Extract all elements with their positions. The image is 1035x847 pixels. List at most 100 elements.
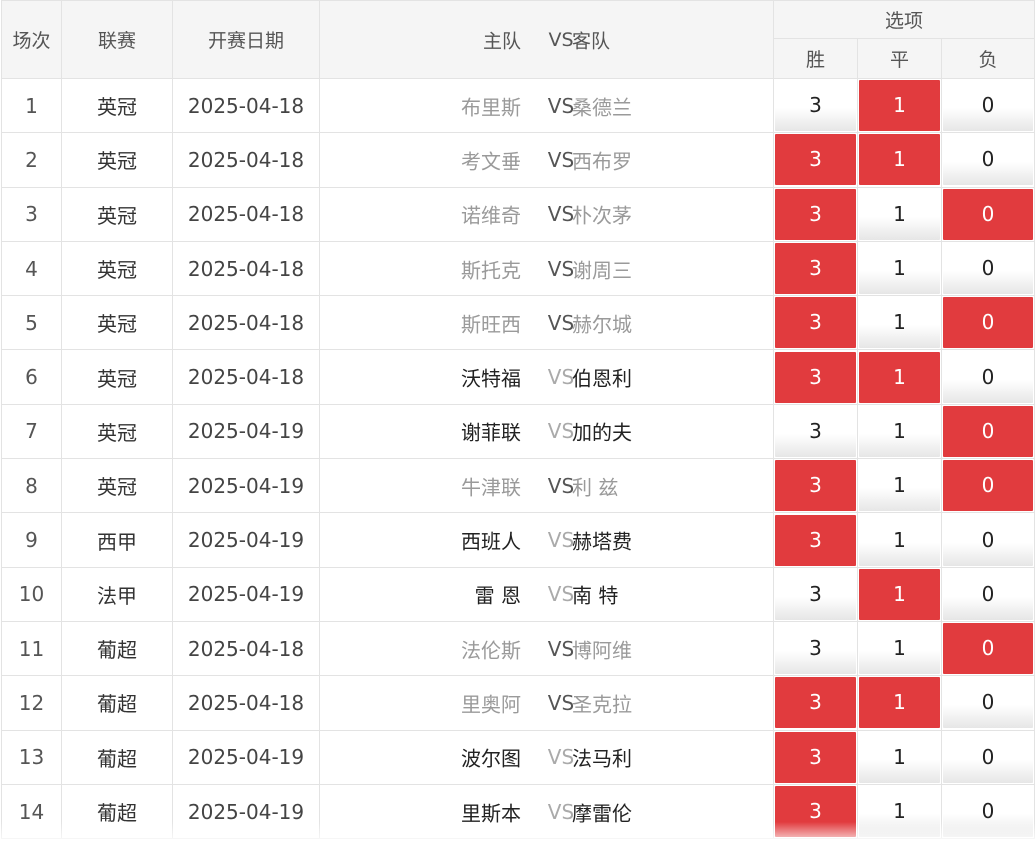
match-teams: 斯托克 VS 谢周三 xyxy=(319,240,774,297)
win-option-button[interactable]: 3 xyxy=(775,243,856,295)
lose-option-button[interactable]: 0 xyxy=(943,731,1034,783)
draw-option-cell: 1 xyxy=(857,240,942,297)
draw-option-button[interactable]: 1 xyxy=(859,731,940,783)
win-option-button[interactable]: 3 xyxy=(775,80,856,132)
league-name: 英冠 xyxy=(61,77,173,134)
lose-option-button[interactable]: 0 xyxy=(943,568,1034,620)
draw-option-cell: 1 xyxy=(857,349,942,405)
match-index: 3 xyxy=(1,186,62,242)
match-date: 2025-04-18 xyxy=(172,132,320,188)
win-option-button[interactable]: 3 xyxy=(775,460,856,512)
table-row: 11 葡超 2025-04-18 法伦斯 VS 博阿维 3 1 0 xyxy=(1,620,1035,677)
draw-option-button[interactable]: 1 xyxy=(859,297,940,349)
league-name: 英冠 xyxy=(61,295,173,351)
draw-option-button[interactable]: 1 xyxy=(859,405,940,457)
win-option-button[interactable]: 3 xyxy=(775,677,856,729)
header-options: 选项 xyxy=(772,0,1035,39)
draw-option-cell: 1 xyxy=(857,77,942,134)
home-team: 斯托克 xyxy=(461,258,521,283)
win-option-cell: 3 xyxy=(773,783,858,840)
draw-option-button[interactable]: 1 xyxy=(859,134,940,186)
match-date: 2025-04-18 xyxy=(172,675,320,731)
draw-option-button[interactable]: 1 xyxy=(859,351,940,403)
lose-option-cell: 0 xyxy=(940,620,1035,677)
draw-option-cell: 1 xyxy=(857,729,942,785)
lose-option-cell: 0 xyxy=(940,77,1035,134)
draw-option-button[interactable]: 1 xyxy=(859,514,940,566)
lose-option-button[interactable]: 0 xyxy=(943,677,1034,729)
draw-option-button[interactable]: 1 xyxy=(859,568,940,620)
win-option-cell: 3 xyxy=(773,458,858,514)
lose-option-button[interactable]: 0 xyxy=(943,405,1034,457)
win-option-cell: 3 xyxy=(773,349,858,405)
draw-option-button[interactable]: 1 xyxy=(859,460,940,512)
draw-option-button[interactable]: 1 xyxy=(859,677,940,729)
match-date: 2025-04-19 xyxy=(172,729,320,785)
lose-option-cell: 0 xyxy=(940,458,1035,514)
win-option-button[interactable]: 3 xyxy=(775,514,856,566)
win-option-button[interactable]: 3 xyxy=(775,405,856,457)
win-option-button[interactable]: 3 xyxy=(775,297,856,349)
match-date: 2025-04-19 xyxy=(172,566,320,622)
lose-option-cell: 0 xyxy=(940,783,1035,840)
away-team: 利 兹 xyxy=(572,475,619,500)
draw-option-cell: 1 xyxy=(857,620,942,677)
lose-option-button[interactable]: 0 xyxy=(943,243,1034,295)
win-option-cell: 3 xyxy=(773,77,858,134)
lose-option-button[interactable]: 0 xyxy=(943,80,1034,132)
lose-option-button[interactable]: 0 xyxy=(943,460,1034,512)
lose-option-button[interactable]: 0 xyxy=(943,514,1034,566)
match-date: 2025-04-18 xyxy=(172,620,320,677)
win-option-cell: 3 xyxy=(773,729,858,785)
league-name: 葡超 xyxy=(61,620,173,677)
win-option-button[interactable]: 3 xyxy=(775,786,856,837)
draw-option-button[interactable]: 1 xyxy=(859,188,940,240)
lose-option-button[interactable]: 0 xyxy=(943,623,1034,675)
away-team: 加的夫 xyxy=(572,420,632,445)
home-team: 沃特福 xyxy=(461,366,521,391)
match-date: 2025-04-19 xyxy=(172,403,320,460)
home-team: 雷 恩 xyxy=(474,583,521,608)
table-row: 3 英冠 2025-04-18 诺维奇 VS 朴次茅 3 1 0 xyxy=(1,186,1035,242)
lose-option-button[interactable]: 0 xyxy=(943,786,1034,837)
match-index: 8 xyxy=(1,458,62,514)
draw-option-cell: 1 xyxy=(857,132,942,188)
match-index: 10 xyxy=(1,566,62,622)
draw-option-button[interactable]: 1 xyxy=(859,786,940,837)
match-teams: 西班人 VS 赫塔费 xyxy=(319,512,774,568)
draw-option-button[interactable]: 1 xyxy=(859,623,940,675)
away-team: 谢周三 xyxy=(572,258,632,283)
table-row: 4 英冠 2025-04-18 斯托克 VS 谢周三 3 1 0 xyxy=(1,240,1035,297)
away-team: 赫尔城 xyxy=(572,312,632,337)
match-date: 2025-04-18 xyxy=(172,349,320,405)
match-teams: 里斯本 VS 摩雷伦 xyxy=(319,783,774,840)
match-teams: 诺维奇 VS 朴次茅 xyxy=(319,186,774,242)
lose-option-cell: 0 xyxy=(940,512,1035,568)
win-option-button[interactable]: 3 xyxy=(775,731,856,783)
win-option-button[interactable]: 3 xyxy=(775,188,856,240)
match-teams: 布里斯 VS 桑德兰 xyxy=(319,77,774,134)
lose-option-button[interactable]: 0 xyxy=(943,297,1034,349)
draw-option-cell: 1 xyxy=(857,295,942,351)
win-option-cell: 3 xyxy=(773,620,858,677)
draw-option-button[interactable]: 1 xyxy=(859,243,940,295)
win-option-button[interactable]: 3 xyxy=(775,623,856,675)
header-idx: 场次 xyxy=(1,0,62,79)
draw-option-cell: 1 xyxy=(857,512,942,568)
draw-option-button[interactable]: 1 xyxy=(859,80,940,132)
lose-option-button[interactable]: 0 xyxy=(943,351,1034,403)
lose-option-button[interactable]: 0 xyxy=(943,188,1034,240)
match-index: 12 xyxy=(1,675,62,731)
league-name: 英冠 xyxy=(61,349,173,405)
match-teams: 波尔图 VS 法马利 xyxy=(319,729,774,785)
lose-option-button[interactable]: 0 xyxy=(943,134,1034,186)
header-away: 客队 xyxy=(572,30,611,52)
header-lose: 负 xyxy=(940,38,1035,79)
match-date: 2025-04-19 xyxy=(172,458,320,514)
win-option-button[interactable]: 3 xyxy=(775,134,856,186)
win-option-button[interactable]: 3 xyxy=(775,568,856,620)
win-option-cell: 3 xyxy=(773,132,858,188)
header-date: 开赛日期 xyxy=(172,0,320,79)
match-index: 13 xyxy=(1,729,62,785)
win-option-button[interactable]: 3 xyxy=(775,351,856,403)
